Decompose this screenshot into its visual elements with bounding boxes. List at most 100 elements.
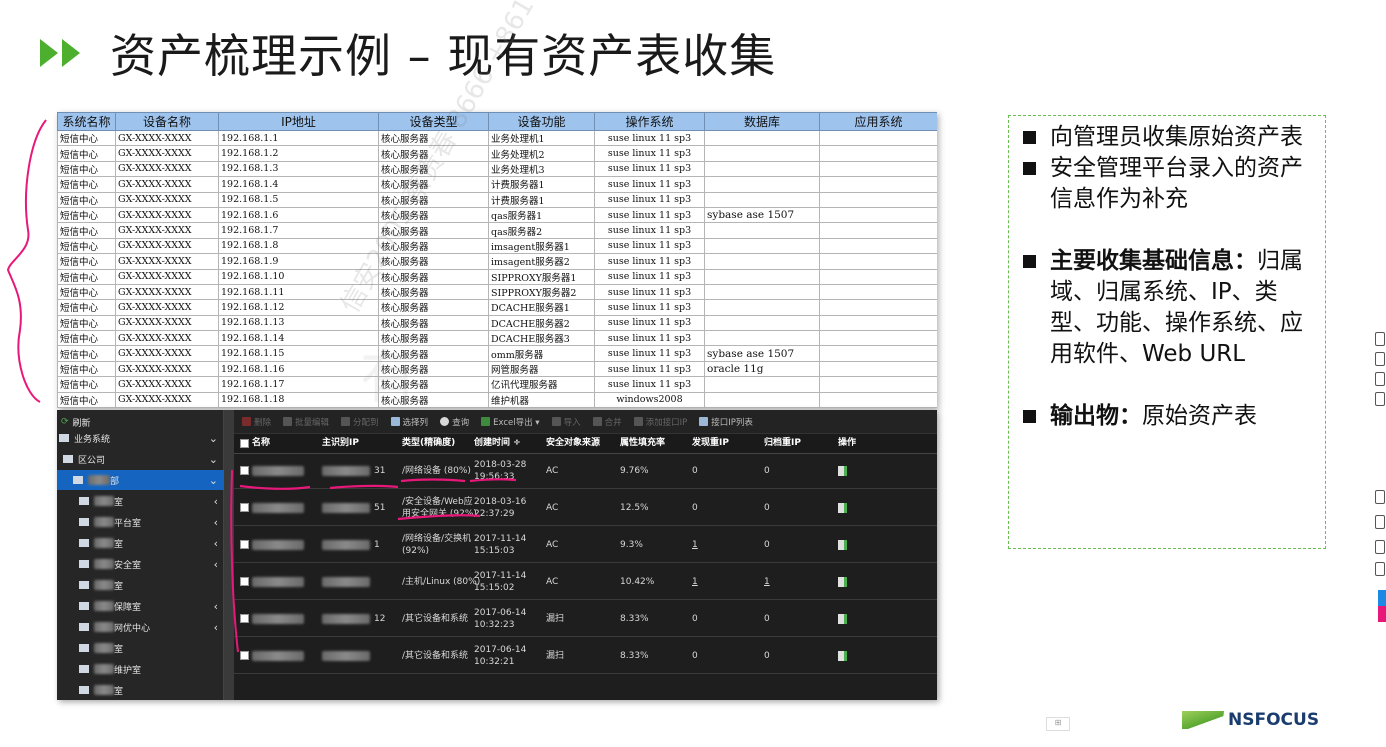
- grid-column-header[interactable]: 操作: [838, 434, 856, 453]
- sheet-cell[interactable]: 核心服务器: [378, 253, 489, 270]
- grid-column-header[interactable]: 类型(精确度): [402, 434, 455, 453]
- sheet-cell[interactable]: 短信中心: [57, 345, 116, 362]
- asset-archived[interactable]: 0: [764, 602, 770, 636]
- sheet-cell[interactable]: [704, 191, 820, 208]
- sheet-cell[interactable]: 192.168.1.14: [218, 330, 379, 347]
- sheet-cell[interactable]: qas服务器2: [488, 222, 595, 239]
- sidebar-scrollbar[interactable]: [224, 410, 234, 700]
- sheet-cell[interactable]: 业务处理机2: [488, 145, 595, 162]
- sheet-cell[interactable]: imsagent服务器2: [488, 253, 595, 270]
- import-button[interactable]: 导入: [551, 416, 581, 428]
- edit-icon[interactable]: [838, 466, 847, 476]
- sheet-cell[interactable]: [704, 253, 820, 270]
- chevron-icon[interactable]: ‹: [214, 621, 218, 634]
- assign-button[interactable]: 分配到: [341, 416, 379, 428]
- sheet-cell[interactable]: [819, 345, 937, 362]
- sheet-cell[interactable]: GX-XXXX-XXXX: [115, 237, 219, 255]
- sheet-cell[interactable]: GX-XXXX-XXXX: [115, 176, 219, 193]
- asset-archived[interactable]: 0: [764, 639, 770, 673]
- sheet-cell[interactable]: 短信中心: [57, 376, 116, 393]
- sheet-cell[interactable]: suse linux 11 sp3: [594, 360, 705, 378]
- sheet-cell[interactable]: suse linux 11 sp3: [594, 345, 705, 362]
- asset-found[interactable]: 1: [692, 528, 698, 562]
- sheet-cell[interactable]: 192.168.1.16: [218, 360, 379, 378]
- asset-found[interactable]: 0: [692, 639, 698, 673]
- sheet-cell[interactable]: suse linux 11 sp3: [594, 330, 705, 347]
- sheet-cell[interactable]: suse linux 11 sp3: [594, 314, 705, 332]
- sheet-cell[interactable]: [704, 145, 820, 162]
- sheet-cell[interactable]: 192.168.1.9: [218, 253, 379, 270]
- sheet-cell[interactable]: 192.168.1.11: [218, 283, 379, 301]
- edge-tool-icon[interactable]: [1375, 392, 1385, 406]
- sheet-cell[interactable]: 核心服务器: [378, 191, 489, 208]
- sheet-cell[interactable]: 192.168.1.13: [218, 314, 379, 332]
- sheet-cell[interactable]: suse linux 11 sp3: [594, 237, 705, 255]
- sheet-cell[interactable]: [704, 391, 820, 408]
- asset-name[interactable]: [252, 639, 304, 673]
- sheet-cell[interactable]: 业务处理机3: [488, 160, 595, 178]
- chevron-icon[interactable]: ‹: [214, 537, 218, 550]
- edit-icon[interactable]: [838, 651, 847, 661]
- sheet-cell[interactable]: 核心服务器: [378, 330, 489, 347]
- sheet-cell[interactable]: 短信中心: [57, 391, 116, 408]
- grid-row[interactable]: /其它设备和系统 2017-06-14 10:32:21 漏扫 8.33% 0 0: [234, 639, 937, 674]
- sheet-cell[interactable]: [704, 299, 820, 316]
- sheet-cell[interactable]: 计费服务器1: [488, 176, 595, 193]
- edge-tool-icon[interactable]: [1375, 540, 1385, 554]
- row-checkbox[interactable]: [240, 503, 249, 512]
- sheet-cell[interactable]: 核心服务器: [378, 391, 489, 408]
- add-interface-ip-button[interactable]: 添加接口IP: [633, 416, 687, 428]
- sheet-cell[interactable]: 短信中心: [57, 268, 116, 285]
- sheet-cell[interactable]: [819, 314, 937, 332]
- sheet-cell[interactable]: suse linux 11 sp3: [594, 206, 705, 224]
- sheet-cell[interactable]: 192.168.1.12: [218, 299, 379, 316]
- chevron-icon[interactable]: ‹: [214, 495, 218, 508]
- sheet-cell[interactable]: 短信中心: [57, 360, 116, 378]
- sheet-cell[interactable]: DCACHE服务器2: [488, 314, 595, 332]
- sheet-cell[interactable]: sybase ase 1507: [704, 206, 820, 224]
- grid-column-header[interactable]: 属性填充率: [620, 434, 665, 453]
- sheet-cell[interactable]: suse linux 11 sp3: [594, 160, 705, 178]
- sheet-cell[interactable]: 核心服务器: [378, 237, 489, 255]
- sheet-cell[interactable]: 核心服务器: [378, 268, 489, 285]
- sheet-cell[interactable]: GX-XXXX-XXXX: [115, 360, 219, 378]
- sheet-cell[interactable]: qas服务器1: [488, 206, 595, 224]
- edit-icon[interactable]: [838, 614, 847, 624]
- sheet-cell[interactable]: GX-XXXX-XXXX: [115, 222, 219, 239]
- sheet-cell[interactable]: [704, 129, 820, 147]
- sheet-cell[interactable]: [819, 253, 937, 270]
- chevron-icon[interactable]: ⌄: [209, 453, 218, 466]
- sheet-cell[interactable]: 192.168.1.17: [218, 376, 379, 393]
- sheet-cell[interactable]: suse linux 11 sp3: [594, 129, 705, 147]
- sheet-cell[interactable]: 192.168.1.10: [218, 268, 379, 285]
- sheet-cell[interactable]: [704, 314, 820, 332]
- sheet-cell[interactable]: 维护机器: [488, 391, 595, 408]
- sheet-cell[interactable]: 短信中心: [57, 222, 116, 239]
- asset-archived[interactable]: 0: [764, 491, 770, 525]
- sheet-cell[interactable]: suse linux 11 sp3: [594, 191, 705, 208]
- sheet-cell[interactable]: 192.168.1.18: [218, 391, 379, 408]
- edge-tool-icon[interactable]: [1375, 490, 1385, 504]
- row-checkbox[interactable]: [240, 466, 249, 475]
- sheet-cell[interactable]: sybase ase 1507: [704, 345, 820, 362]
- edge-tool-icon[interactable]: [1375, 372, 1385, 386]
- tree-node[interactable]: 保障室 ‹: [57, 596, 224, 616]
- sheet-cell[interactable]: 短信中心: [57, 237, 116, 255]
- sheet-cell[interactable]: 核心服务器: [378, 345, 489, 362]
- sheet-cell[interactable]: 192.168.1.15: [218, 345, 379, 362]
- sheet-cell[interactable]: suse linux 11 sp3: [594, 145, 705, 162]
- row-checkbox[interactable]: [240, 651, 249, 660]
- edge-tool-icon[interactable]: [1375, 332, 1385, 346]
- tree-node[interactable]: 室: [57, 680, 224, 700]
- query-button[interactable]: 查询: [440, 416, 469, 428]
- sheet-cell[interactable]: 核心服务器: [378, 129, 489, 147]
- sheet-cell[interactable]: SIPPROXY服务器1: [488, 268, 595, 285]
- tree-node[interactable]: 室 ‹: [57, 533, 224, 553]
- excel-export-button[interactable]: Excel导出 ▾: [481, 416, 540, 428]
- asset-found[interactable]: 1: [692, 565, 698, 599]
- sheet-cell[interactable]: [819, 176, 937, 193]
- sheet-cell[interactable]: [819, 160, 937, 178]
- tree-node[interactable]: 室 ‹: [57, 491, 224, 511]
- asset-name[interactable]: [252, 602, 304, 636]
- sheet-cell[interactable]: GX-XXXX-XXXX: [115, 299, 219, 316]
